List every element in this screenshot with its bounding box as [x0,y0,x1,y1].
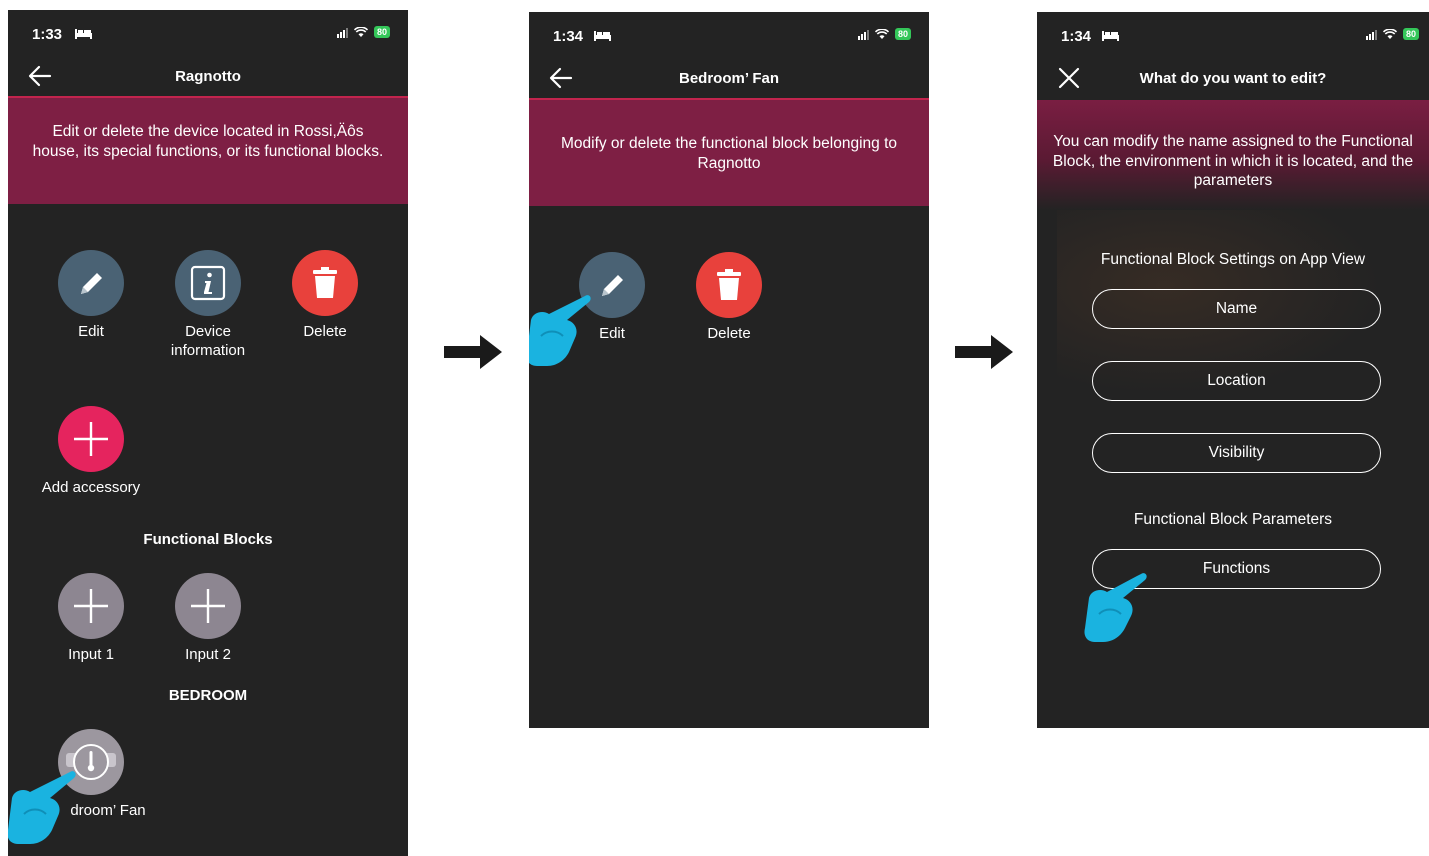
input-1-button[interactable]: Input 1 [33,573,149,664]
wifi-icon [1382,28,1397,39]
page-title: Bedroom’ Fan [678,70,779,87]
bed-icon [1102,31,1119,41]
tap-hand-icon [8,771,76,844]
screen-device-ragnotto: 1:33 80 Ragnotto Edit or delete the devi… [8,10,408,856]
screen-bedroom-fan: 1:34 80 Bedroom’ Fan Modify or delete th… [529,12,929,728]
delete-label: Delete [303,323,347,340]
battery-indicator: 80 [1402,28,1419,40]
parameters-heading: Functional Block Parameters [1133,511,1333,528]
info-banner: Modify or delete the functional block be… [529,100,929,206]
info-icon [175,250,241,316]
device-information-label: Device information [170,323,246,359]
wifi-icon [353,26,368,37]
input-2-label: Input 2 [185,646,231,663]
edit-button[interactable]: Edit [33,250,149,341]
name-button[interactable]: Name [1092,289,1381,329]
info-banner: Edit or delete the device located in Ros… [8,98,408,204]
page-title: What do you want to edit? [1139,70,1327,87]
input-2-button[interactable]: Input 2 [150,573,266,664]
bedroom-fan-label: droom’ Fan [70,802,146,819]
battery-indicator: 80 [894,28,911,40]
nav-bar: Bedroom’ Fan [529,58,929,100]
battery-indicator: 80 [373,26,390,38]
tap-hand-icon [1084,573,1147,642]
signal-icon [1365,29,1377,40]
add-accessory-label: Add accessory [41,479,141,496]
screen-what-to-edit: 1:34 80 What do you want to edit? You ca… [1037,12,1429,728]
plus-icon [175,573,241,639]
next-arrow-icon [955,335,1013,369]
status-time: 1:34 [553,28,584,45]
delete-label: Delete [707,325,751,342]
bed-icon [75,29,92,39]
edit-label: Edit [78,323,104,340]
settings-heading: Functional Block Settings on App View [1100,251,1366,268]
location-button[interactable]: Location [1092,361,1381,401]
delete-button[interactable]: Delete [671,252,787,343]
functional-blocks-heading: Functional Blocks [143,531,273,548]
room-heading: BEDROOM [168,687,248,704]
visibility-button[interactable]: Visibility [1092,433,1381,473]
tap-hand-icon [529,295,591,366]
trash-icon [696,252,762,318]
page-title: Ragnotto [175,68,241,85]
wifi-icon [874,28,889,39]
add-accessory-button[interactable]: Add accessory [33,406,149,497]
plus-icon [58,573,124,639]
plus-icon [58,406,124,472]
nav-bar: Ragnotto [8,56,408,98]
nav-bar: What do you want to edit? [1037,58,1429,98]
status-bar: 1:33 80 [8,10,408,56]
status-time: 1:33 [32,26,63,43]
status-bar: 1:34 80 [529,12,929,58]
trash-icon [292,250,358,316]
status-time: 1:34 [1061,28,1092,45]
edit-label: Edit [599,325,625,342]
signal-icon [336,27,348,38]
device-information-button[interactable]: Device information [150,250,266,360]
bed-icon [594,31,611,41]
pencil-icon [58,250,124,316]
next-arrow-icon [444,335,502,369]
info-banner: You can modify the name assigned to the … [1037,100,1429,210]
delete-button[interactable]: Delete [267,250,383,341]
signal-icon [857,29,869,40]
status-bar: 1:34 80 [1037,12,1429,58]
input-1-label: Input 1 [68,646,114,663]
